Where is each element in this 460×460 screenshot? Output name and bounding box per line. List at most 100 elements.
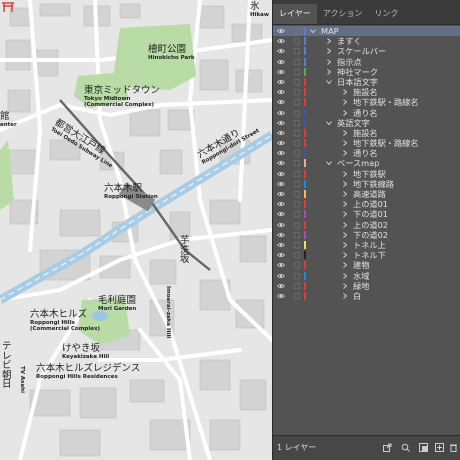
chevron-down-icon[interactable] (325, 119, 333, 127)
chevron-down-icon[interactable] (325, 78, 333, 86)
layer-row[interactable]: 下の道01 (273, 209, 460, 219)
lock-toggle-icon[interactable] (293, 27, 301, 35)
layer-row[interactable]: 英語文字 (273, 118, 460, 128)
lock-toggle-icon[interactable] (293, 180, 301, 188)
lock-toggle-icon[interactable] (293, 119, 301, 127)
layer-row[interactable]: トネル上 (273, 240, 460, 250)
layer-row[interactable]: 施設名 (273, 128, 460, 138)
visibility-eye-icon[interactable] (277, 129, 285, 137)
visibility-eye-icon[interactable] (277, 231, 285, 239)
lock-toggle-icon[interactable] (293, 129, 301, 137)
layer-row[interactable]: 白 (273, 291, 460, 301)
chevron-down-icon[interactable] (325, 159, 333, 167)
visibility-eye-icon[interactable] (277, 272, 285, 280)
visibility-eye-icon[interactable] (277, 251, 285, 259)
chevron-right-icon[interactable] (341, 251, 349, 259)
lock-toggle-icon[interactable] (293, 159, 301, 167)
visibility-eye-icon[interactable] (277, 88, 285, 96)
visibility-eye-icon[interactable] (277, 37, 285, 45)
chevron-down-icon[interactable] (309, 27, 317, 35)
visibility-eye-icon[interactable] (277, 149, 285, 157)
layer-row[interactable]: MAP (273, 26, 460, 37)
chevron-right-icon[interactable] (325, 58, 333, 66)
chevron-right-icon[interactable] (341, 190, 349, 198)
lock-toggle-icon[interactable] (293, 88, 301, 96)
layer-row[interactable]: 下の道02 (273, 230, 460, 240)
chevron-right-icon[interactable] (341, 109, 349, 117)
visibility-eye-icon[interactable] (277, 210, 285, 218)
lock-toggle-icon[interactable] (293, 58, 301, 66)
visibility-eye-icon[interactable] (277, 292, 285, 300)
new-layer-icon[interactable] (435, 443, 444, 452)
visibility-eye-icon[interactable] (277, 58, 285, 66)
tab-layers[interactable]: レイヤー (273, 4, 317, 24)
lock-toggle-icon[interactable] (293, 109, 301, 117)
lock-toggle-icon[interactable] (293, 241, 301, 249)
layer-row[interactable]: 通り名 (273, 148, 460, 158)
visibility-eye-icon[interactable] (277, 68, 285, 76)
lock-toggle-icon[interactable] (293, 292, 301, 300)
chevron-right-icon[interactable] (325, 47, 333, 55)
layer-row[interactable]: 上の道02 (273, 220, 460, 230)
lock-toggle-icon[interactable] (293, 221, 301, 229)
chevron-right-icon[interactable] (341, 292, 349, 300)
layer-row[interactable]: 指示点 (273, 57, 460, 67)
visibility-eye-icon[interactable] (277, 159, 285, 167)
export-icon[interactable] (383, 443, 392, 452)
layer-row[interactable]: 水域 (273, 271, 460, 281)
lock-toggle-icon[interactable] (293, 139, 301, 147)
chevron-right-icon[interactable] (325, 68, 333, 76)
chevron-right-icon[interactable] (341, 98, 349, 106)
search-icon[interactable] (401, 443, 410, 452)
visibility-eye-icon[interactable] (277, 78, 285, 86)
chevron-right-icon[interactable] (341, 231, 349, 239)
tab-links[interactable]: リンク (368, 4, 404, 24)
visibility-eye-icon[interactable] (277, 180, 285, 188)
tab-actions[interactable]: アクション (317, 4, 369, 24)
chevron-right-icon[interactable] (341, 241, 349, 249)
layer-row[interactable]: 施設名 (273, 87, 460, 97)
visibility-eye-icon[interactable] (277, 241, 285, 249)
visibility-eye-icon[interactable] (277, 282, 285, 290)
chevron-right-icon[interactable] (341, 272, 349, 280)
layer-row[interactable]: スケールバー (273, 46, 460, 56)
chevron-right-icon[interactable] (341, 149, 349, 157)
lock-toggle-icon[interactable] (293, 47, 301, 55)
lock-toggle-icon[interactable] (293, 261, 301, 269)
chevron-right-icon[interactable] (341, 170, 349, 178)
layer-row[interactable]: 地下鉄駅・路線名 (273, 97, 460, 107)
visibility-eye-icon[interactable] (277, 190, 285, 198)
layer-row[interactable]: 地下鉄線路 (273, 179, 460, 189)
layer-row[interactable]: 地下鉄駅 (273, 169, 460, 179)
layer-row[interactable]: 建物 (273, 260, 460, 270)
chevron-right-icon[interactable] (325, 37, 333, 45)
lock-toggle-icon[interactable] (293, 200, 301, 208)
visibility-eye-icon[interactable] (277, 221, 285, 229)
chevron-right-icon[interactable] (341, 221, 349, 229)
lock-toggle-icon[interactable] (293, 272, 301, 280)
layer-row[interactable]: トネル下 (273, 250, 460, 260)
lock-toggle-icon[interactable] (293, 231, 301, 239)
visibility-eye-icon[interactable] (277, 170, 285, 178)
trash-icon[interactable] (449, 443, 458, 452)
layer-row[interactable]: 通り名 (273, 108, 460, 118)
lock-toggle-icon[interactable] (293, 170, 301, 178)
visibility-eye-icon[interactable] (277, 119, 285, 127)
chevron-right-icon[interactable] (341, 210, 349, 218)
layer-row[interactable]: ベースmap (273, 158, 460, 168)
lock-toggle-icon[interactable] (293, 68, 301, 76)
chevron-right-icon[interactable] (341, 180, 349, 188)
layer-row[interactable]: 高速道路 (273, 189, 460, 199)
layer-row[interactable]: 上の道01 (273, 199, 460, 209)
chevron-right-icon[interactable] (341, 200, 349, 208)
layer-row[interactable]: 日本語文字 (273, 77, 460, 87)
layer-row[interactable]: ますく (273, 36, 460, 46)
layer-row[interactable]: 緑地 (273, 281, 460, 291)
chevron-right-icon[interactable] (341, 88, 349, 96)
visibility-eye-icon[interactable] (277, 200, 285, 208)
layer-row[interactable]: 地下鉄駅・路線名 (273, 138, 460, 148)
visibility-eye-icon[interactable] (277, 139, 285, 147)
map-canvas[interactable]: 檜町公園 Hinokicho Park 東京ミッドタウン Tokyo Midto… (0, 0, 272, 460)
visibility-eye-icon[interactable] (277, 47, 285, 55)
visibility-eye-icon[interactable] (277, 109, 285, 117)
